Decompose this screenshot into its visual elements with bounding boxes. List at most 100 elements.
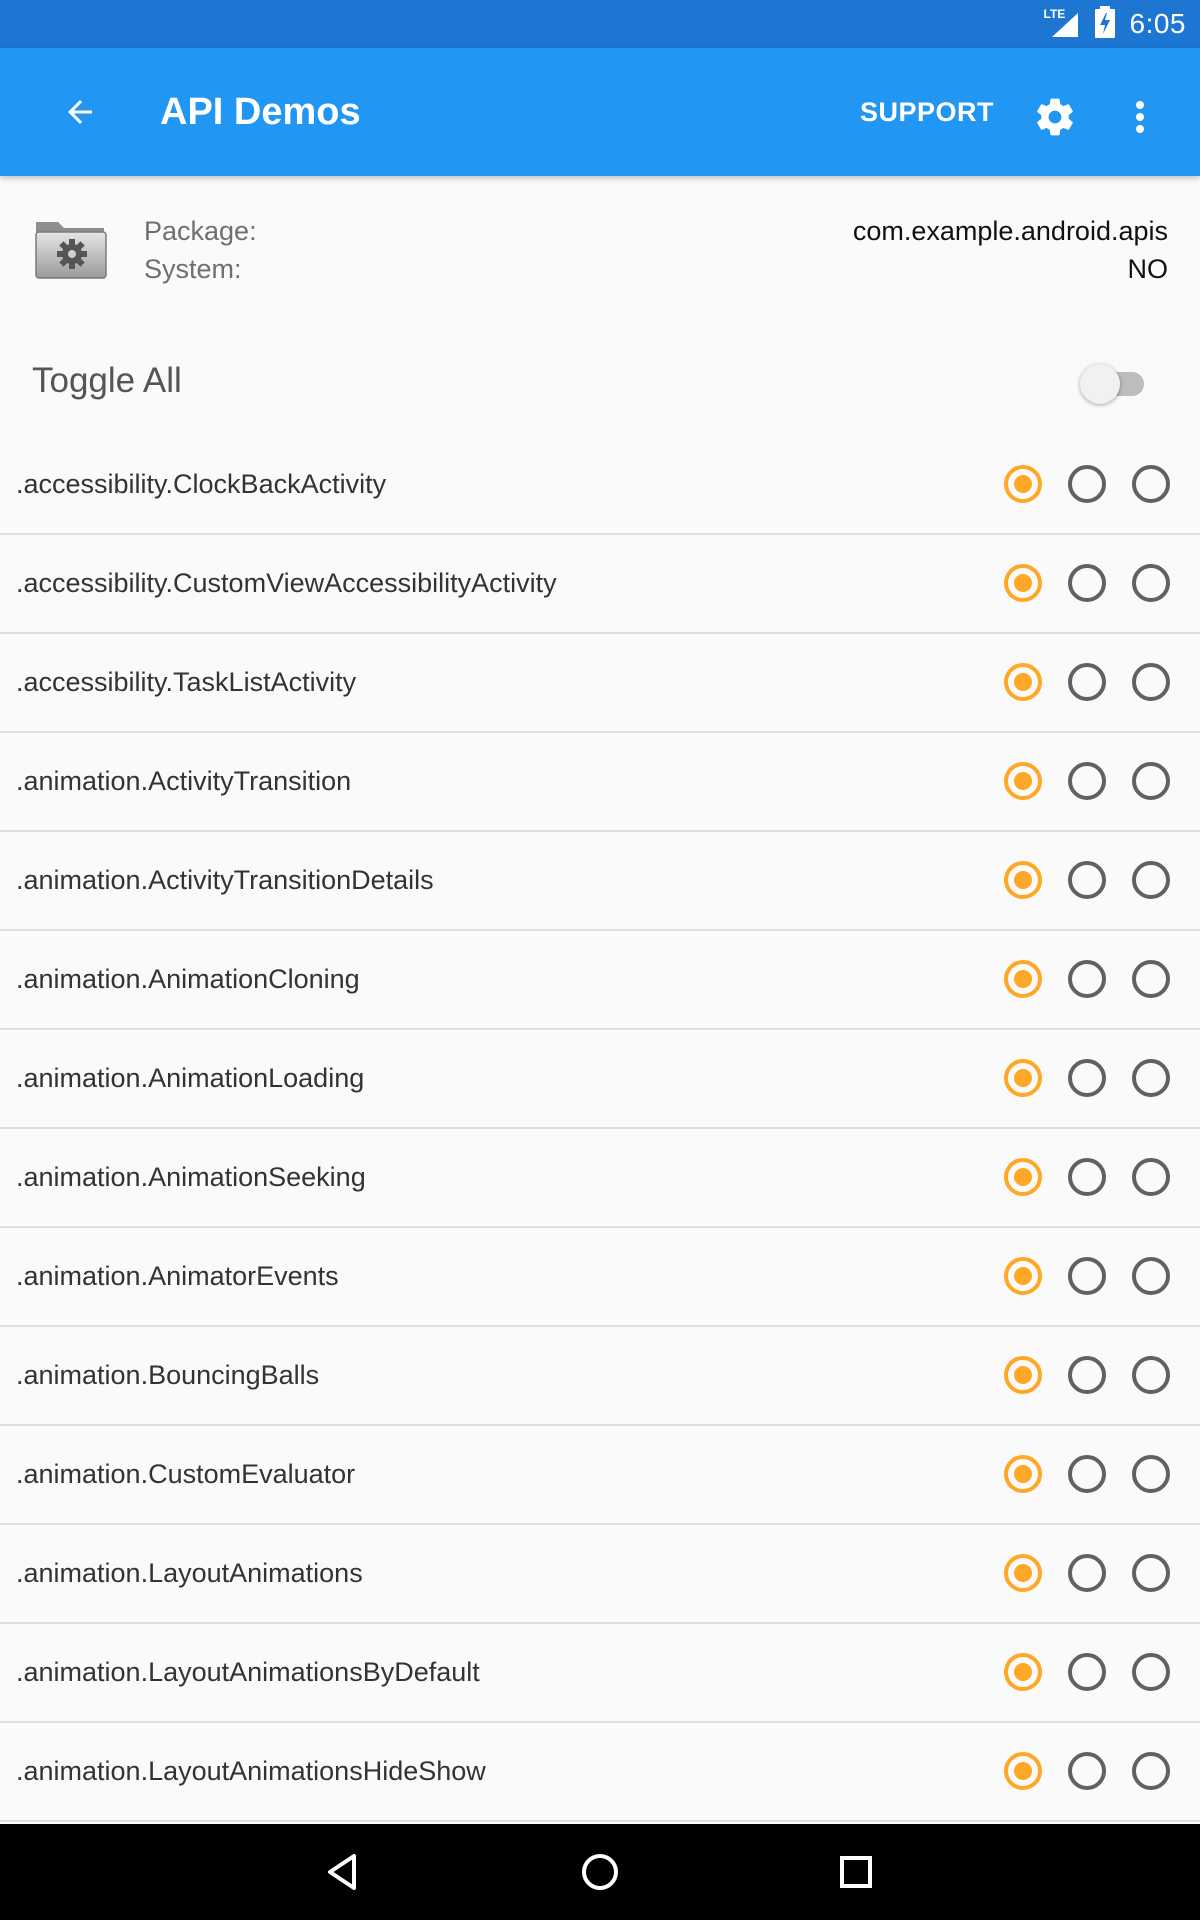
toggle-all-row: Toggle All: [0, 326, 1200, 436]
radio-option-1[interactable]: [1003, 860, 1043, 900]
activity-name: .animation.ActivityTransition: [16, 766, 352, 796]
activity-row: .animation.AnimationLoading: [0, 1030, 1200, 1129]
radio-option-2[interactable]: [1067, 662, 1107, 702]
radio-checked-icon: [1004, 861, 1042, 899]
radio-option-1[interactable]: [1003, 1256, 1043, 1296]
triangle-back-icon: [328, 1854, 356, 1890]
toggle-all-label: Toggle All: [32, 361, 182, 400]
radio-unchecked-icon: [1068, 1059, 1106, 1097]
radio-option-1[interactable]: [1003, 959, 1043, 999]
nav-recents-button[interactable]: [832, 1848, 880, 1896]
activity-row: .animation.AnimationCloning: [0, 931, 1200, 1030]
radio-option-2[interactable]: [1067, 1751, 1107, 1791]
radio-option-3[interactable]: [1131, 959, 1171, 999]
navigation-bar: [0, 1824, 1200, 1920]
radio-unchecked-icon: [1068, 1653, 1106, 1691]
status-icons: LTE 6:05: [1044, 0, 1187, 48]
radio-option-1[interactable]: [1003, 1355, 1043, 1395]
system-label: System:: [144, 254, 242, 284]
radio-unchecked-icon: [1132, 1356, 1170, 1394]
radio-option-1[interactable]: [1003, 563, 1043, 603]
more-vert-icon: [1136, 101, 1144, 133]
info-values: com.example.android.apis NO: [853, 212, 1168, 288]
circle-home-icon: [582, 1854, 618, 1890]
radio-option-2[interactable]: [1067, 1355, 1107, 1395]
nav-home-button[interactable]: [576, 1848, 624, 1896]
radio-option-3[interactable]: [1131, 464, 1171, 504]
radio-option-2[interactable]: [1067, 1157, 1107, 1197]
radio-option-1[interactable]: [1003, 1058, 1043, 1098]
activity-name: .accessibility.CustomViewAccessibilityAc…: [16, 568, 557, 598]
lte-signal-icon: LTE: [1044, 7, 1080, 39]
activity-name: .animation.LayoutAnimations: [16, 1558, 363, 1588]
activity-row: .animation.LayoutAnimationsHideShow: [0, 1723, 1200, 1822]
activity-row: .animation.ActivityTransition: [0, 733, 1200, 832]
activity-row: .animation.LayoutAnimationsByDefault: [0, 1624, 1200, 1723]
radio-unchecked-icon: [1068, 861, 1106, 899]
radio-option-2[interactable]: [1067, 1652, 1107, 1692]
radio-unchecked-icon: [1132, 1554, 1170, 1592]
radio-option-2[interactable]: [1067, 860, 1107, 900]
radio-option-1[interactable]: [1003, 662, 1043, 702]
overflow-menu-button[interactable]: [1120, 92, 1160, 142]
radio-option-3[interactable]: [1131, 1058, 1171, 1098]
page-title: API Demos: [160, 91, 361, 133]
toggle-all-switch[interactable]: [1080, 362, 1146, 404]
radio-option-3[interactable]: [1131, 1553, 1171, 1593]
radio-option-3[interactable]: [1131, 662, 1171, 702]
radio-option-3[interactable]: [1131, 761, 1171, 801]
radio-option-2[interactable]: [1067, 464, 1107, 504]
radio-option-2[interactable]: [1067, 1553, 1107, 1593]
radio-unchecked-icon: [1132, 1158, 1170, 1196]
activity-list: .accessibility.ClockBackActivity .accessi…: [0, 436, 1200, 1822]
radio-option-1[interactable]: [1003, 464, 1043, 504]
nav-back-button[interactable]: [320, 1848, 368, 1896]
radio-checked-icon: [1004, 663, 1042, 701]
radio-option-3[interactable]: [1131, 1256, 1171, 1296]
activity-row: .accessibility.ClockBackActivity: [0, 436, 1200, 535]
arrow-back-icon: [68, 100, 92, 124]
activity-name: .animation.AnimatorEvents: [16, 1261, 339, 1291]
activity-row: .animation.BouncingBalls: [0, 1327, 1200, 1426]
app-toolbar: API Demos SUPPORT: [0, 48, 1200, 176]
back-button[interactable]: [40, 72, 120, 152]
radio-checked-icon: [1004, 1059, 1042, 1097]
radio-option-1[interactable]: [1003, 1157, 1043, 1197]
radio-option-2[interactable]: [1067, 1058, 1107, 1098]
radio-unchecked-icon: [1132, 861, 1170, 899]
radio-option-1[interactable]: [1003, 761, 1043, 801]
gear-icon: [1037, 98, 1073, 136]
activity-row: .animation.LayoutAnimations: [0, 1525, 1200, 1624]
radio-option-3[interactable]: [1131, 1355, 1171, 1395]
radio-option-2[interactable]: [1067, 563, 1107, 603]
radio-unchecked-icon: [1132, 1455, 1170, 1493]
radio-option-3[interactable]: [1131, 1652, 1171, 1692]
activity-row: .animation.ActivityTransitionDetails: [0, 832, 1200, 931]
radio-option-2[interactable]: [1067, 1256, 1107, 1296]
radio-unchecked-icon: [1068, 564, 1106, 602]
support-button[interactable]: SUPPORT: [860, 48, 994, 176]
radio-checked-icon: [1004, 1356, 1042, 1394]
radio-unchecked-icon: [1132, 1257, 1170, 1295]
package-value: com.example.android.apis: [852, 216, 1168, 246]
radio-option-3[interactable]: [1131, 1454, 1171, 1494]
radio-unchecked-icon: [1068, 1752, 1106, 1790]
radio-option-1[interactable]: [1003, 1454, 1043, 1494]
radio-option-3[interactable]: [1131, 860, 1171, 900]
radio-option-2[interactable]: [1067, 959, 1107, 999]
radio-option-2[interactable]: [1067, 1454, 1107, 1494]
radio-unchecked-icon: [1068, 960, 1106, 998]
radio-checked-icon: [1004, 762, 1042, 800]
radio-option-3[interactable]: [1131, 563, 1171, 603]
radio-option-3[interactable]: [1131, 1751, 1171, 1791]
settings-button[interactable]: [1030, 92, 1080, 142]
activity-name: .accessibility.TaskListActivity: [16, 667, 357, 697]
radio-option-2[interactable]: [1067, 761, 1107, 801]
system-folder-icon: [34, 216, 108, 285]
battery-charging-icon: [1094, 5, 1116, 43]
radio-option-1[interactable]: [1003, 1652, 1043, 1692]
radio-option-1[interactable]: [1003, 1553, 1043, 1593]
info-labels: Package: System:: [144, 212, 257, 288]
radio-option-1[interactable]: [1003, 1751, 1043, 1791]
radio-option-3[interactable]: [1131, 1157, 1171, 1197]
